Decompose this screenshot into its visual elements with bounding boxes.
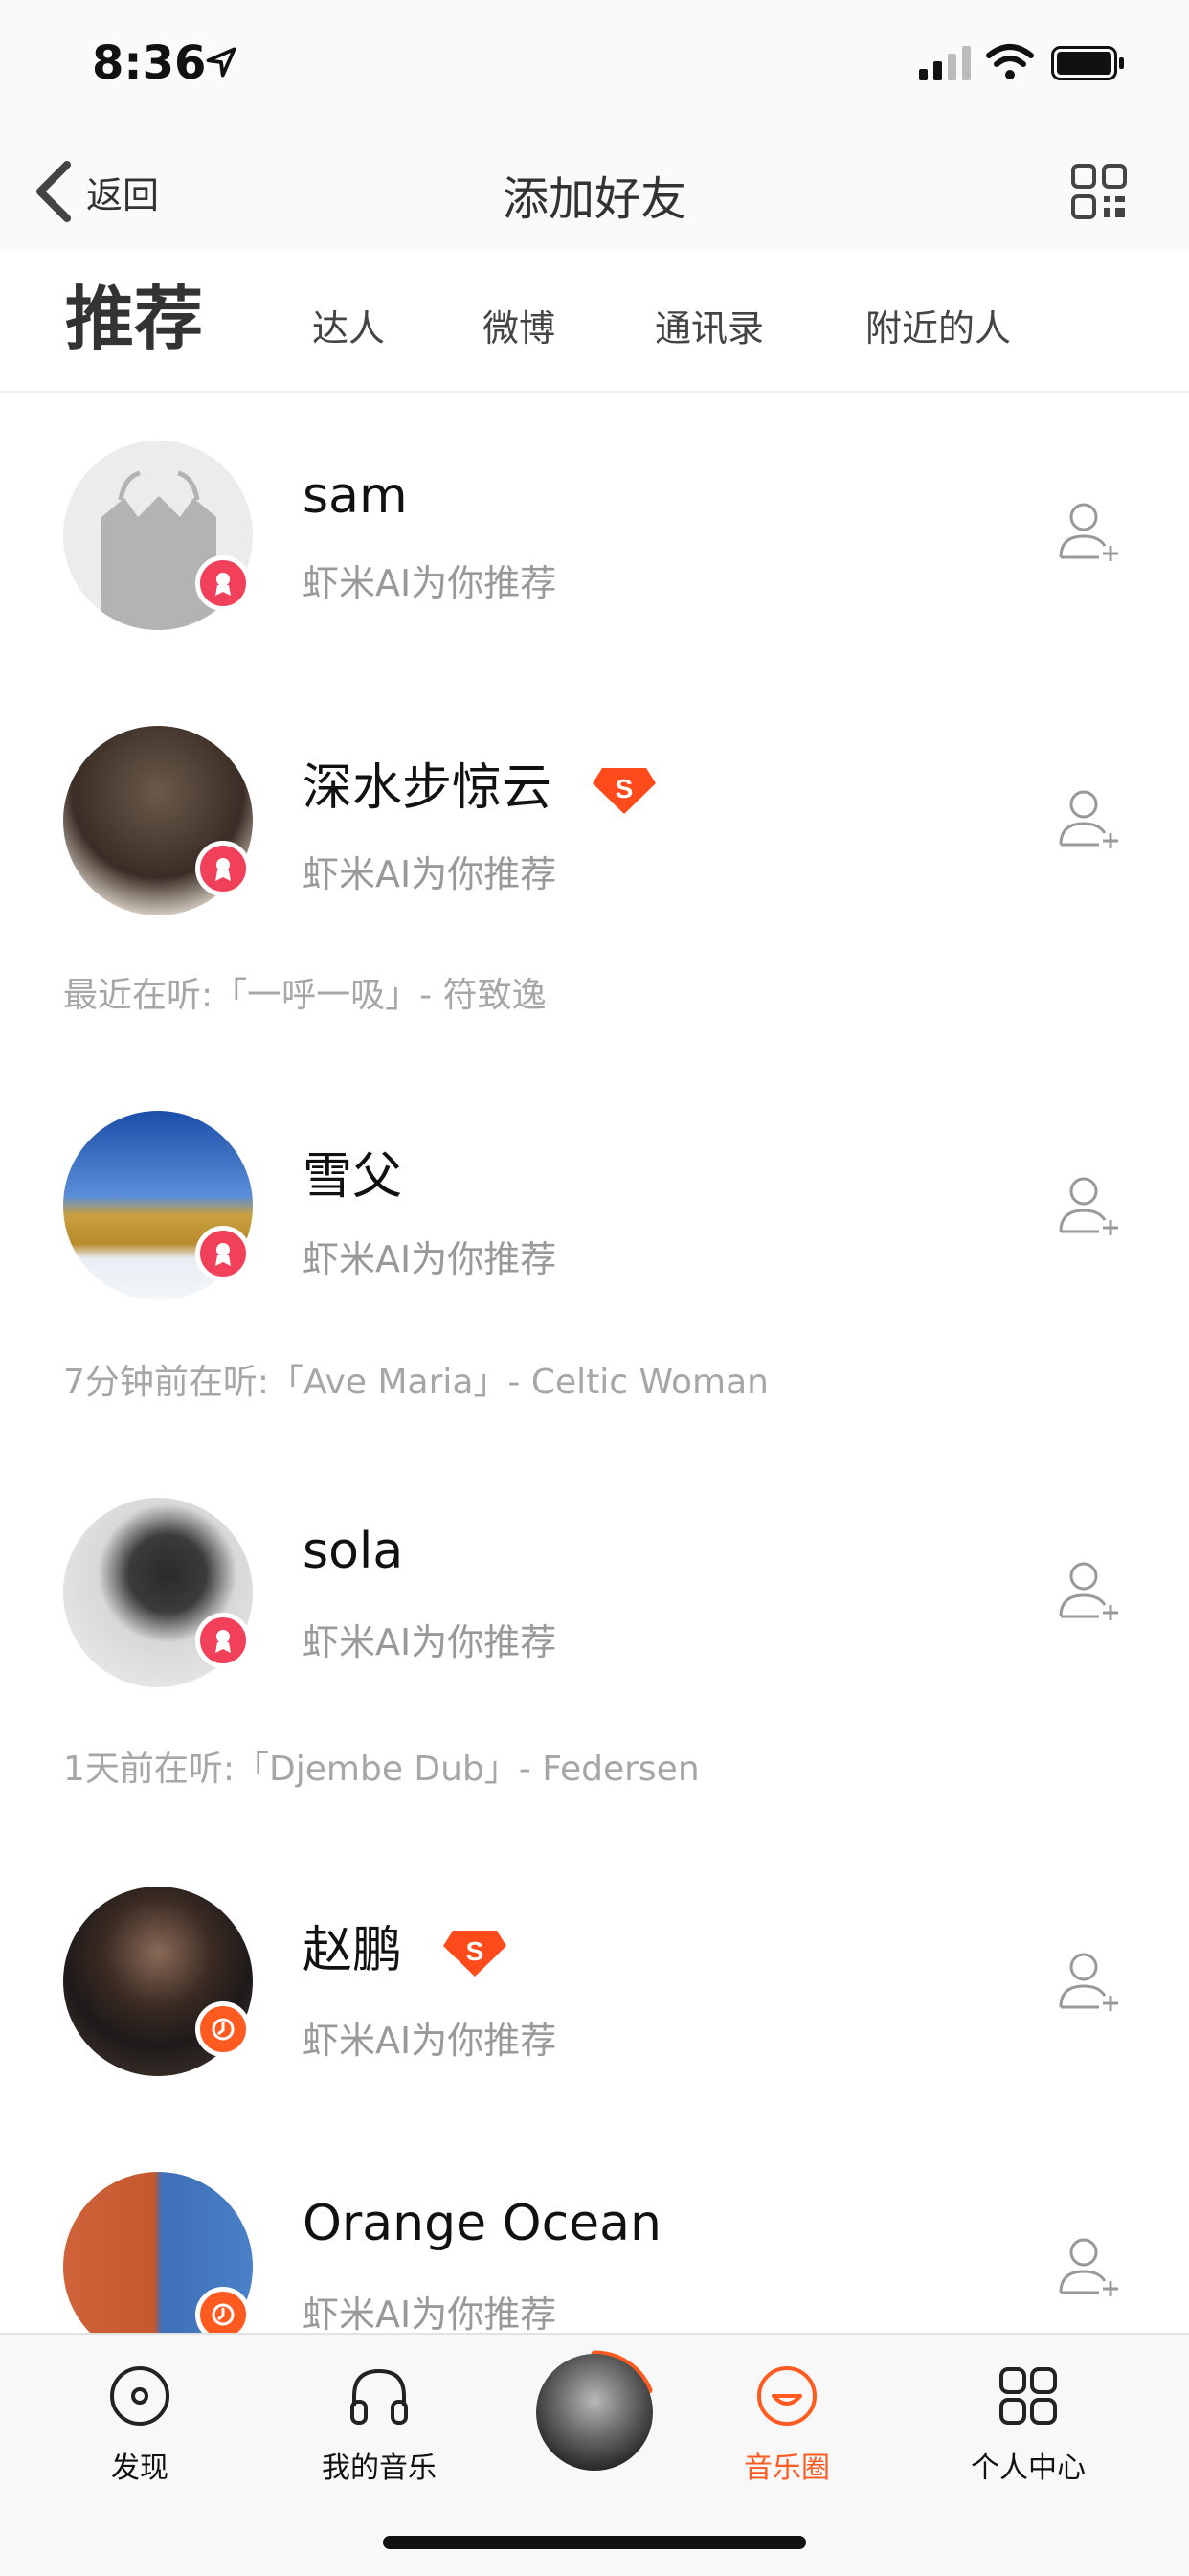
user-subtitle: 虾米AI为你推荐 <box>303 2294 557 2336</box>
home-indicator <box>383 2536 806 2549</box>
tab-experts[interactable]: 达人 <box>312 299 385 351</box>
tab-nearby[interactable]: 附近的人 <box>865 299 1011 351</box>
tab-contacts[interactable]: 通讯录 <box>655 299 764 351</box>
add-friend-icon[interactable] <box>1055 2231 1124 2300</box>
tab-recommend[interactable]: 推荐 <box>65 262 203 363</box>
music-badge-icon <box>195 2001 251 2057</box>
tab-profile[interactable]: 个人中心 <box>942 2363 1114 2486</box>
user-subtitle: 虾米AI为你推荐 <box>303 562 557 604</box>
now-playing-cover[interactable] <box>536 2354 653 2471</box>
add-friend-icon[interactable] <box>1055 1170 1124 1239</box>
tab-label: 我的音乐 <box>322 2452 437 2485</box>
listening-status: 1天前在听:「Djembe Dub」- Federsen <box>63 1750 700 1789</box>
tab-discover[interactable]: 发现 <box>54 2363 226 2486</box>
music-circle-icon <box>757 2366 817 2426</box>
user-name: Orange Ocean <box>303 2195 662 2252</box>
xiami-badge-icon <box>195 841 251 896</box>
user-subtitle: 虾米AI为你推荐 <box>303 853 557 895</box>
add-friend-icon[interactable] <box>1055 1946 1124 2015</box>
tab-weibo[interactable]: 微博 <box>482 299 555 351</box>
qr-code-icon[interactable] <box>1070 163 1128 220</box>
disc-icon <box>110 2366 169 2426</box>
wifi-icon <box>986 44 1034 79</box>
page-title: 添加好友 <box>502 172 686 226</box>
vip-s-icon: S <box>592 768 656 814</box>
listening-status: 7分钟前在听:「Ave Maria」- Celtic Woman <box>63 1363 769 1402</box>
listening-status: 最近在听:「一呼一吸」- 符致逸 <box>63 976 547 1015</box>
user-subtitle: 虾米AI为你推荐 <box>303 1238 557 1280</box>
grid-icon <box>999 2367 1057 2425</box>
user-name: 深水步惊云 <box>303 759 552 817</box>
user-name: sola <box>303 1523 404 1580</box>
svg-text:S: S <box>465 1936 483 1966</box>
user-name-container: 深水步惊云 S <box>303 747 658 819</box>
vip-s-icon: S <box>442 1931 506 1977</box>
add-friend-icon[interactable] <box>1055 783 1124 852</box>
user-name: sam <box>303 467 408 525</box>
tab-label: 音乐圈 <box>744 2452 830 2485</box>
xiami-badge-icon <box>195 1226 251 1281</box>
xiami-badge-icon <box>195 555 251 611</box>
tab-music-circle[interactable]: 音乐圈 <box>701 2363 873 2486</box>
category-tabs: 推荐 达人 微博 通讯录 附近的人 <box>0 249 1189 393</box>
cellular-signal-icon <box>919 46 971 80</box>
add-friend-icon[interactable] <box>1055 1555 1124 1624</box>
user-subtitle: 虾米AI为你推荐 <box>303 1621 557 1663</box>
user-name: 赵鹏 <box>303 1922 403 1979</box>
status-bar: 8:36 <box>0 0 1189 134</box>
battery-icon <box>1051 46 1124 80</box>
location-arrow-icon <box>206 47 236 78</box>
add-friend-icon[interactable] <box>1055 496 1124 565</box>
tab-my-music[interactable]: 我的音乐 <box>293 2363 465 2486</box>
user-name: 雪父 <box>303 1148 403 1206</box>
user-subtitle: 虾米AI为你推荐 <box>303 2020 557 2062</box>
navigation-bar: 返回 添加好友 <box>0 134 1189 249</box>
headphones-icon <box>350 2368 408 2425</box>
tab-label: 发现 <box>111 2452 168 2485</box>
tab-label: 个人中心 <box>971 2452 1086 2485</box>
status-time: 8:36 <box>92 36 207 90</box>
svg-text:S: S <box>615 774 633 803</box>
xiami-badge-icon <box>195 1613 251 1668</box>
user-name-container: 赵鹏 S <box>303 1909 508 1981</box>
